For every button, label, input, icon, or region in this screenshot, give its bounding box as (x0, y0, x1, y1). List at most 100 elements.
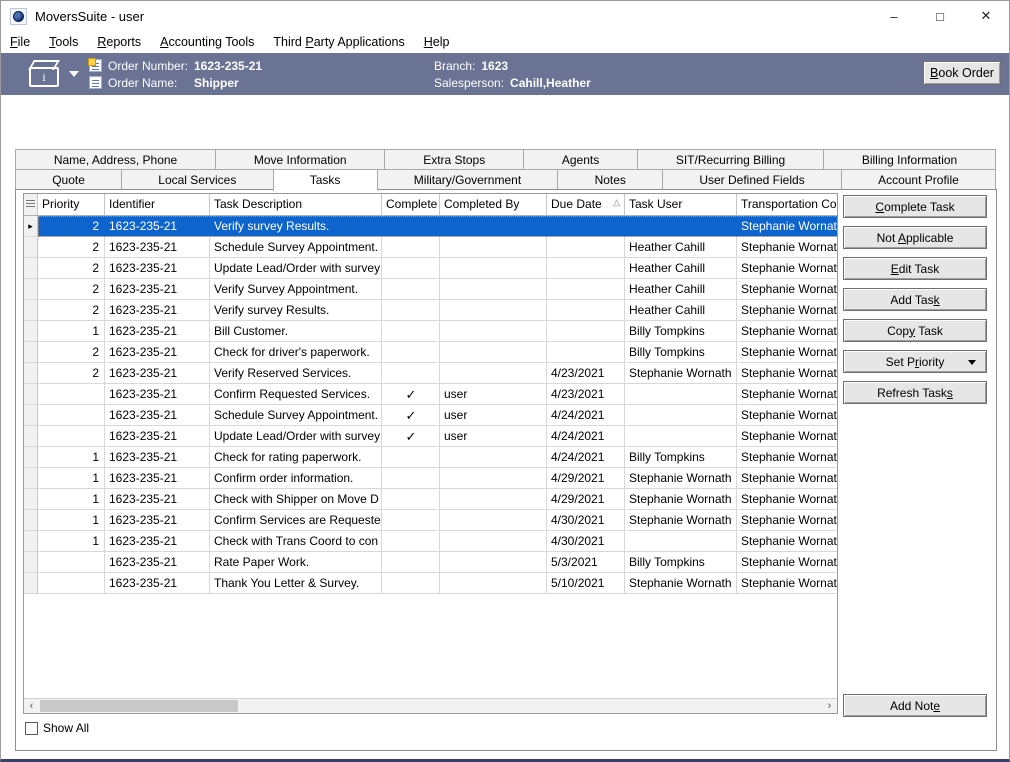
cell-task-user: Billy Tompkins (625, 342, 737, 363)
not-applicable-button[interactable]: Not Applicable (843, 226, 987, 249)
column-header-task-description[interactable]: Task Description (210, 194, 382, 215)
tab-notes[interactable]: Notes (557, 169, 663, 189)
row-selector[interactable] (24, 531, 38, 552)
edit-task-button[interactable]: Edit Task (843, 257, 987, 280)
row-selector[interactable] (24, 237, 38, 258)
row-selector[interactable] (24, 468, 38, 489)
row-selector[interactable] (24, 447, 38, 468)
task-row[interactable]: 21623-235-21Verify Reserved Services.4/2… (24, 363, 837, 384)
order-info-dropdown-icon[interactable] (69, 71, 79, 77)
tab-account-profile[interactable]: Account Profile (841, 169, 996, 189)
scrollbar-thumb[interactable] (40, 700, 238, 712)
task-row[interactable]: ▸21623-235-21Verify survey Results.Steph… (24, 216, 837, 237)
row-selector[interactable] (24, 321, 38, 342)
order-info-icon[interactable]: i (29, 61, 63, 87)
menu-item[interactable]: Reports (97, 35, 141, 49)
add-note-button[interactable]: Add Note (843, 694, 987, 717)
cell-identifier: 1623-235-21 (105, 363, 210, 384)
close-icon[interactable]: ✕ (963, 1, 1009, 31)
menu-item[interactable]: File (10, 35, 30, 49)
copy-task-button[interactable]: Copy Task (843, 319, 987, 342)
column-header-transportation-co[interactable]: Transportation Co (737, 194, 838, 215)
row-selector[interactable] (24, 258, 38, 279)
tab-military-government[interactable]: Military/Government (377, 169, 559, 189)
row-selector[interactable] (24, 405, 38, 426)
set-priority-button[interactable]: Set Priority (843, 350, 987, 373)
task-row[interactable]: 1623-235-21Rate Paper Work.5/3/2021Billy… (24, 552, 837, 573)
task-row[interactable]: 1623-235-21Confirm Requested Services.✓u… (24, 384, 837, 405)
cell-transportation-co: Stephanie Wornat (737, 384, 838, 405)
tab-name-address-phone[interactable]: Name, Address, Phone (15, 149, 216, 169)
column-header-task-user[interactable]: Task User (625, 194, 737, 215)
task-row[interactable]: 21623-235-21Schedule Survey Appointment.… (24, 237, 837, 258)
complete-task-button[interactable]: Complete Task (843, 195, 987, 218)
tab-local-services[interactable]: Local Services (121, 169, 273, 189)
task-row[interactable]: 1623-235-21Update Lead/Order with survey… (24, 426, 837, 447)
tab-move-information[interactable]: Move Information (215, 149, 385, 169)
column-header-complete[interactable]: Complete (382, 194, 440, 215)
refresh-tasks-button[interactable]: Refresh Tasks (843, 381, 987, 404)
cell-completed-by (440, 363, 547, 384)
row-selector[interactable] (24, 342, 38, 363)
tab-extra-stops[interactable]: Extra Stops (384, 149, 524, 169)
row-selector[interactable] (24, 552, 38, 573)
cell-due-date: 4/30/2021 (547, 510, 625, 531)
tab-sit-recurring-billing[interactable]: SIT/Recurring Billing (637, 149, 824, 169)
show-all-checkbox[interactable] (25, 722, 38, 735)
branch-label: Branch: (434, 59, 475, 73)
row-selector[interactable] (24, 573, 38, 594)
order-number-icon (89, 59, 102, 72)
menu-item[interactable]: Tools (49, 35, 78, 49)
tab-tasks[interactable]: Tasks (273, 169, 378, 191)
tab-agents[interactable]: Agents (523, 149, 638, 169)
maximize-icon[interactable]: □ (917, 1, 963, 31)
cell-due-date: 4/24/2021 (547, 405, 625, 426)
row-selector-header-icon[interactable] (24, 194, 38, 215)
row-selector[interactable] (24, 510, 38, 531)
cell-task-description: Check with Trans Coord to con (210, 531, 382, 552)
row-selector[interactable] (24, 426, 38, 447)
task-row[interactable]: 11623-235-21Confirm order information.4/… (24, 468, 837, 489)
row-selector[interactable] (24, 279, 38, 300)
menu-item[interactable]: Accounting Tools (160, 35, 254, 49)
add-task-button[interactable]: Add Task (843, 288, 987, 311)
tab-quote[interactable]: Quote (15, 169, 122, 189)
menu-item[interactable]: Help (424, 35, 450, 49)
book-order-button[interactable]: Book Order (923, 61, 1001, 85)
task-row[interactable]: 11623-235-21Check for rating paperwork.4… (24, 447, 837, 468)
column-header-due-date[interactable]: Due Date△ (547, 194, 625, 215)
cell-task-user (625, 531, 737, 552)
column-header-priority[interactable]: Priority (38, 194, 105, 215)
row-selector[interactable] (24, 363, 38, 384)
task-row[interactable]: 1623-235-21Schedule Survey Appointment.✓… (24, 405, 837, 426)
task-row[interactable]: 11623-235-21Check with Shipper on Move D… (24, 489, 837, 510)
row-selector[interactable] (24, 384, 38, 405)
menu-item[interactable]: Third Party Applications (273, 35, 404, 49)
tab-user-defined-fields[interactable]: User Defined Fields (662, 169, 842, 189)
minimize-icon[interactable]: – (871, 1, 917, 31)
cell-identifier: 1623-235-21 (105, 342, 210, 363)
scroll-left-icon[interactable]: ‹ (24, 699, 39, 713)
task-row[interactable]: 1623-235-21Thank You Letter & Survey.5/1… (24, 573, 837, 594)
column-header-identifier[interactable]: Identifier (105, 194, 210, 215)
window-title: MoversSuite - user (35, 9, 144, 24)
tab-billing-information[interactable]: Billing Information (823, 149, 996, 169)
cell-task-user: Stephanie Wornath (625, 489, 737, 510)
scroll-right-icon[interactable]: › (822, 699, 837, 713)
task-row[interactable]: 11623-235-21Confirm Services are Request… (24, 510, 837, 531)
column-header-completed-by[interactable]: Completed By (440, 194, 547, 215)
task-row[interactable]: 21623-235-21Verify Survey Appointment.He… (24, 279, 837, 300)
task-row[interactable]: 21623-235-21Update Lead/Order with surve… (24, 258, 837, 279)
task-row[interactable]: 21623-235-21Check for driver's paperwork… (24, 342, 837, 363)
row-selector[interactable]: ▸ (24, 216, 38, 237)
task-row[interactable]: 11623-235-21Check with Trans Coord to co… (24, 531, 837, 552)
task-row[interactable]: 11623-235-21Bill Customer.Billy Tompkins… (24, 321, 837, 342)
set-priority-dropdown-icon[interactable] (968, 360, 976, 365)
row-selector[interactable] (24, 300, 38, 321)
horizontal-scrollbar[interactable]: ‹ › (24, 698, 837, 713)
cell-identifier: 1623-235-21 (105, 237, 210, 258)
cell-priority: 1 (38, 489, 105, 510)
task-row[interactable]: 21623-235-21Verify survey Results.Heathe… (24, 300, 837, 321)
row-selector[interactable] (24, 489, 38, 510)
cell-priority: 2 (38, 342, 105, 363)
